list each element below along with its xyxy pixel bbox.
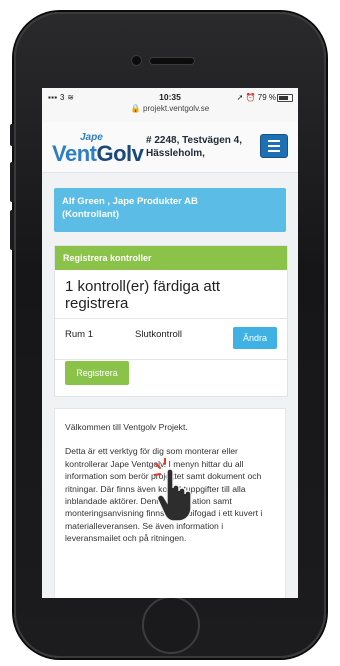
register-button[interactable]: Registrera — [65, 361, 129, 385]
welcome-text: Välkommen till Ventgolv Projekt. — [65, 422, 188, 432]
screen-content: Alf Green , Jape Produkter AB (Kontrolla… — [42, 88, 298, 598]
room-cell: Rum 1 — [65, 329, 93, 340]
control-type-cell: Slutkontroll — [135, 329, 182, 340]
panel-heading: Registrera kontroller — [55, 246, 287, 270]
register-panel: Registrera kontroller 1 kontroll(er) fär… — [54, 245, 288, 397]
tap-hand-icon — [154, 458, 192, 522]
volume-down-button — [10, 210, 14, 250]
home-button[interactable] — [142, 596, 200, 654]
edit-button[interactable]: Ändra — [233, 327, 277, 349]
panel-title: 1 kontroll(er) färdiga att registrera — [55, 270, 287, 319]
mute-switch — [10, 124, 14, 146]
user-card: Alf Green , Jape Produkter AB (Kontrolla… — [54, 188, 286, 232]
earpiece-speaker — [150, 58, 194, 64]
table-row: Rum 1 Slutkontroll Ändra — [55, 319, 287, 360]
volume-up-button — [10, 162, 14, 202]
front-camera — [132, 56, 141, 65]
